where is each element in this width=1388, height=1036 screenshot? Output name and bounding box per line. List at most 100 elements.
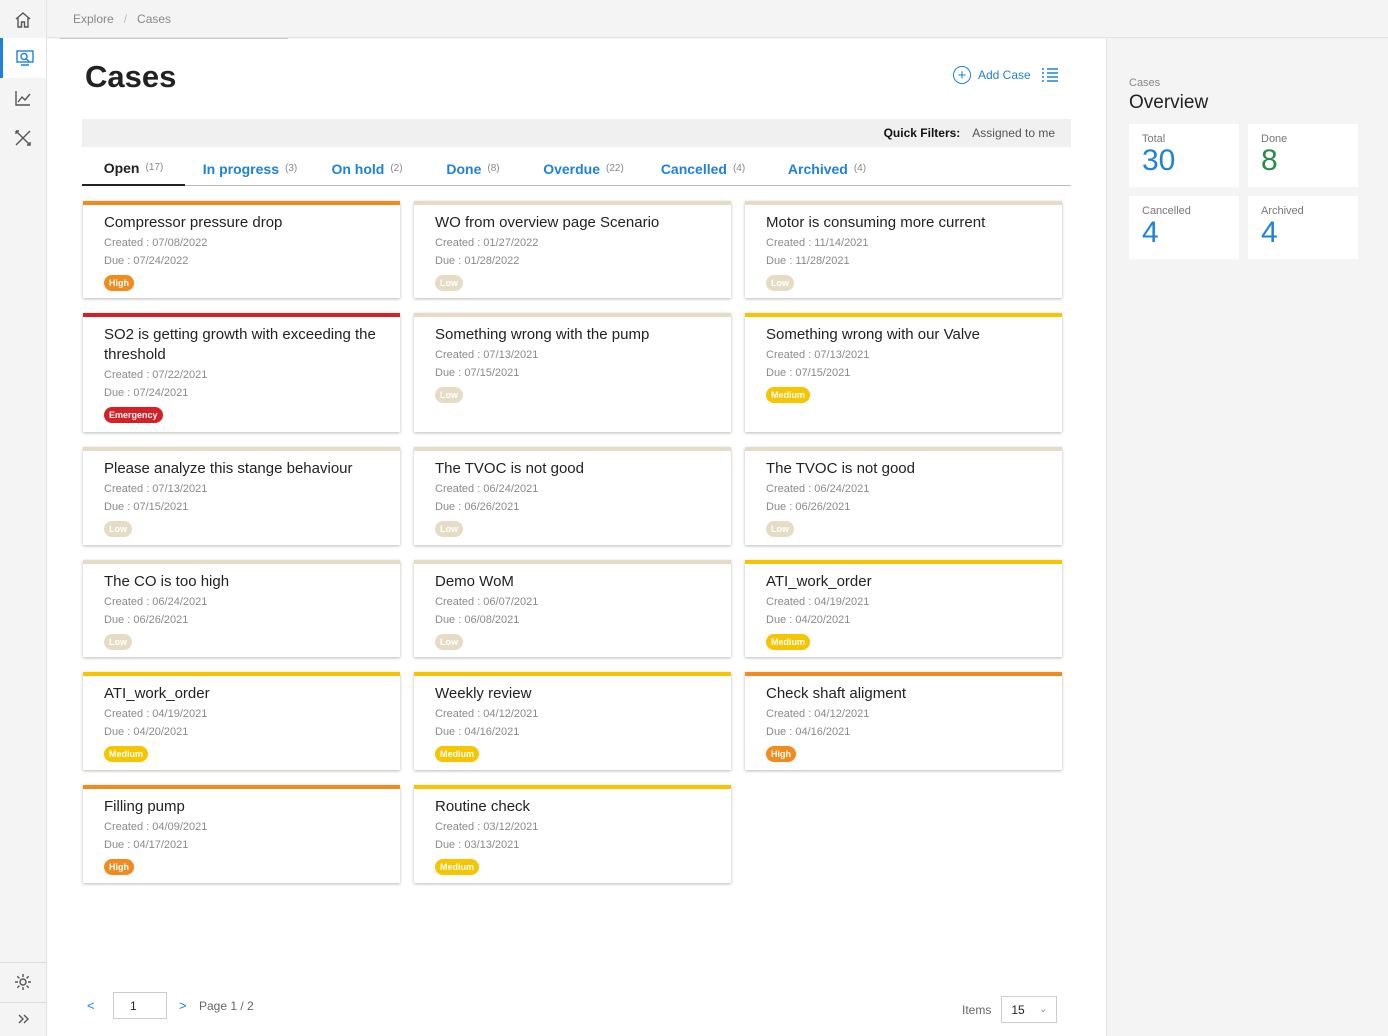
case-created: Created : 01/27/2022 [435, 237, 539, 249]
case-due: Due : 07/24/2022 [104, 255, 189, 267]
case-due: Due : 06/26/2021 [104, 614, 189, 626]
priority-badge: High [104, 275, 134, 291]
tab-count: (22) [606, 163, 624, 174]
priority-badge: Medium [766, 387, 811, 403]
case-card[interactable]: The TVOC is not good Created : 06/24/202… [414, 447, 731, 545]
case-created: Created : 04/12/2021 [766, 708, 870, 720]
expand-icon [18, 1014, 29, 1024]
case-title: Demo WoM [435, 573, 514, 590]
tab-overdue[interactable]: Overdue (22) [536, 151, 631, 186]
case-created: Created : 04/19/2021 [766, 596, 870, 608]
case-card[interactable]: The TVOC is not good Created : 06/24/202… [745, 447, 1062, 545]
case-card[interactable]: Filling pump Created : 04/09/2021 Due : … [83, 785, 400, 883]
stat-cancelled: Cancelled 4 [1129, 196, 1239, 259]
add-case-label: Add Case [978, 68, 1031, 82]
priority-badge: High [104, 859, 134, 875]
tab-label: Overdue [543, 160, 600, 177]
case-created: Created : 06/24/2021 [766, 483, 870, 495]
overview-panel: Cases Overview Total 30 Done 8 Cancelled… [1106, 39, 1388, 1036]
case-due: Due : 03/13/2021 [435, 839, 520, 851]
breadcrumb-explore[interactable]: Explore [73, 12, 114, 26]
priority-badge: Low [766, 521, 794, 537]
case-card[interactable]: Please analyze this stange behaviour Cre… [83, 447, 400, 545]
case-created: Created : 06/24/2021 [104, 596, 208, 608]
case-due: Due : 04/20/2021 [104, 726, 189, 738]
case-title: Filling pump [104, 798, 185, 815]
case-card[interactable]: WO from overview page Scenario Created :… [414, 201, 731, 298]
case-created: Created : 06/07/2021 [435, 596, 539, 608]
tab-count: (8) [487, 163, 500, 174]
case-created: Created : 07/13/2021 [766, 349, 870, 361]
tools-icon [15, 130, 31, 146]
nav-tools[interactable] [0, 118, 46, 158]
priority-badge: Low [435, 521, 463, 537]
case-due: Due : 06/08/2021 [435, 614, 520, 626]
tab-cancelled[interactable]: Cancelled (4) [658, 151, 748, 186]
case-card[interactable]: ATI_work_order Created : 04/19/2021 Due … [83, 672, 400, 770]
page-number-input[interactable]: 1 [113, 992, 167, 1019]
quick-filter-assigned[interactable]: Assigned to me [972, 126, 1055, 140]
case-title: Motor is consuming more current [766, 214, 986, 231]
case-card[interactable]: ATI_work_order Created : 04/19/2021 Due … [745, 560, 1062, 657]
prev-page-button[interactable]: < [87, 998, 107, 1013]
nav-expand[interactable] [0, 999, 46, 1036]
case-card[interactable]: SO2 is getting growth with exceeding the… [83, 313, 400, 432]
add-circle-icon: + [953, 66, 971, 84]
nav-settings[interactable] [0, 962, 46, 1002]
case-title: Something wrong with our Valve [766, 326, 980, 343]
case-created: Created : 04/12/2021 [435, 708, 539, 720]
quick-filters-label: Quick Filters: [883, 126, 961, 140]
case-card[interactable]: Compressor pressure drop Created : 07/08… [83, 201, 400, 298]
quick-filters-bar: Quick Filters: Assigned to me [82, 119, 1071, 147]
priority-badge: Low [104, 634, 132, 650]
priority-badge: Low [766, 275, 794, 291]
breadcrumb-cases: Cases [137, 12, 172, 26]
left-rail [0, 0, 47, 1036]
nav-explore[interactable] [0, 38, 46, 78]
tab-in-progress[interactable]: In progress (3) [195, 151, 305, 186]
priority-badge: Emergency [104, 407, 163, 423]
tab-archived[interactable]: Archived (4) [782, 151, 872, 186]
case-card[interactable]: Something wrong with our Valve Created :… [745, 313, 1062, 432]
case-card[interactable]: The CO is too high Created : 06/24/2021 … [83, 560, 400, 657]
home-icon [15, 12, 31, 28]
tab-label: Cancelled [660, 160, 727, 177]
case-card[interactable]: Something wrong with the pump Created : … [414, 313, 731, 432]
stat-archived: Archived 4 [1248, 196, 1358, 259]
case-due: Due : 06/26/2021 [435, 501, 520, 513]
tab-label: In progress [202, 160, 279, 177]
case-card[interactable]: Routine check Created : 03/12/2021 Due :… [414, 785, 731, 883]
tab-on-hold[interactable]: On hold (2) [327, 151, 407, 186]
case-card[interactable]: Weekly review Created : 04/12/2021 Due :… [414, 672, 731, 770]
case-due: Due : 07/15/2021 [435, 367, 520, 379]
priority-badge: Medium [435, 746, 480, 762]
case-card[interactable]: Demo WoM Created : 06/07/2021 Due : 06/0… [414, 560, 731, 657]
case-card[interactable]: Motor is consuming more current Created … [745, 201, 1062, 298]
nav-analytics[interactable] [0, 78, 46, 118]
add-case-button[interactable]: + Add Case [953, 66, 1031, 84]
pagination: < 1 > Page 1 / 2 [87, 992, 254, 1019]
case-title: Weekly review [435, 685, 532, 702]
main-content: Cases + Add Case Quick Filters: Assigned… [47, 39, 1106, 1036]
case-card[interactable]: Check shaft aligment Created : 04/12/202… [745, 672, 1062, 770]
case-created: Created : 03/12/2021 [435, 821, 539, 833]
settings-icon [15, 974, 31, 990]
case-title: Please analyze this stange behaviour [104, 460, 353, 477]
priority-badge: Low [435, 275, 463, 291]
tab-open[interactable]: Open (17) [82, 151, 185, 186]
case-due: Due : 11/28/2021 [766, 255, 850, 267]
nav-home[interactable] [0, 0, 46, 40]
case-title: ATI_work_order [104, 685, 210, 702]
tab-label: On hold [331, 160, 385, 177]
tab-done[interactable]: Done (8) [438, 151, 508, 186]
next-page-button[interactable]: > [179, 998, 199, 1013]
breadcrumb: Explore / Cases [73, 12, 171, 26]
priority-badge: Medium [104, 746, 149, 762]
page-title: Cases [85, 59, 177, 94]
case-title: Something wrong with the pump [435, 326, 650, 343]
priority-badge: Medium [435, 859, 480, 875]
items-label: Items [962, 1002, 992, 1017]
list-view-button[interactable] [1041, 68, 1059, 82]
stat-done: Done 8 [1248, 124, 1358, 187]
items-per-page-select[interactable]: 15 ⌄ [1001, 996, 1058, 1023]
